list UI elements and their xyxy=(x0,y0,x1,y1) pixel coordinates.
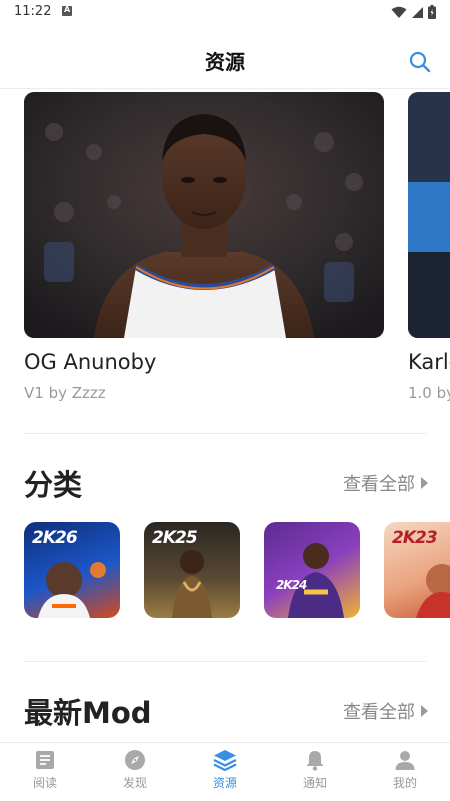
person-icon xyxy=(395,751,415,770)
featured-meta: 1.0 by xyxy=(408,384,450,402)
section-divider xyxy=(24,661,426,662)
tab-label: 阅读 xyxy=(32,776,57,790)
latest-mods-title: 最新Mod xyxy=(24,696,152,730)
status-icons xyxy=(391,5,436,19)
bell-icon xyxy=(306,751,324,771)
featured-meta: V1 by Zzzz xyxy=(24,384,106,402)
search-icon xyxy=(409,51,431,73)
category-tile-2k26[interactable]: 2K26 xyxy=(24,522,120,618)
signal-icon xyxy=(412,6,423,18)
layers-icon xyxy=(213,750,237,771)
category-list: 2K26 2K25 2K24 2K23 xyxy=(0,522,450,620)
category-tile-2k23[interactable]: 2K23 xyxy=(384,522,450,618)
chevron-right-icon xyxy=(421,705,428,717)
tab-label: 我的 xyxy=(392,776,417,790)
bottom-tab-bar: 阅读 发现 资源 通知 我的 xyxy=(0,742,450,801)
status-bar: 11:22 A xyxy=(0,0,450,26)
category-tile-2k25[interactable]: 2K25 xyxy=(144,522,240,618)
featured-card[interactable]: Karl- 1.0 by xyxy=(408,92,450,402)
featured-title: OG Anunoby xyxy=(24,350,157,374)
featured-card[interactable]: OG Anunoby V1 by Zzzz xyxy=(24,92,384,402)
tab-mine[interactable]: 我的 xyxy=(365,749,445,791)
battery-icon xyxy=(428,5,436,19)
categories-title: 分类 xyxy=(24,468,83,502)
featured-image xyxy=(408,92,450,338)
featured-title: Karl- xyxy=(408,350,450,374)
tab-discover[interactable]: 发现 xyxy=(95,749,175,791)
view-all-label: 查看全部 xyxy=(343,474,415,495)
notification-icon: A xyxy=(62,5,72,16)
tab-read[interactable]: 阅读 xyxy=(5,749,85,791)
tile-logo: 2K23 xyxy=(392,528,438,548)
tab-label: 通知 xyxy=(302,776,327,790)
tab-label: 发现 xyxy=(122,776,147,790)
search-button[interactable] xyxy=(408,50,432,74)
tile-logo: 2K25 xyxy=(152,528,198,548)
featured-carousel[interactable]: OG Anunoby V1 by Zzzz Karl- 1.0 by xyxy=(0,90,450,410)
status-time: 11:22 xyxy=(14,4,52,19)
category-tile-2k24[interactable]: 2K24 xyxy=(264,522,360,618)
view-all-label: 查看全部 xyxy=(343,702,415,723)
featured-image xyxy=(24,92,384,338)
tile-logo: 2K24 xyxy=(276,578,307,592)
compass-icon xyxy=(125,750,145,770)
wifi-icon xyxy=(391,6,407,18)
tab-resources[interactable]: 资源 xyxy=(185,749,265,791)
categories-view-all-button[interactable]: 查看全部 xyxy=(343,470,428,496)
app-header: 资源 xyxy=(0,26,450,89)
tab-notifications[interactable]: 通知 xyxy=(275,749,355,791)
book-icon xyxy=(36,751,54,769)
tile-logo: 2K26 xyxy=(32,528,78,548)
chevron-right-icon xyxy=(421,477,428,489)
page-title: 资源 xyxy=(205,50,245,74)
section-divider xyxy=(24,433,426,434)
tab-label: 资源 xyxy=(212,776,237,790)
latest-view-all-button[interactable]: 查看全部 xyxy=(343,698,428,724)
